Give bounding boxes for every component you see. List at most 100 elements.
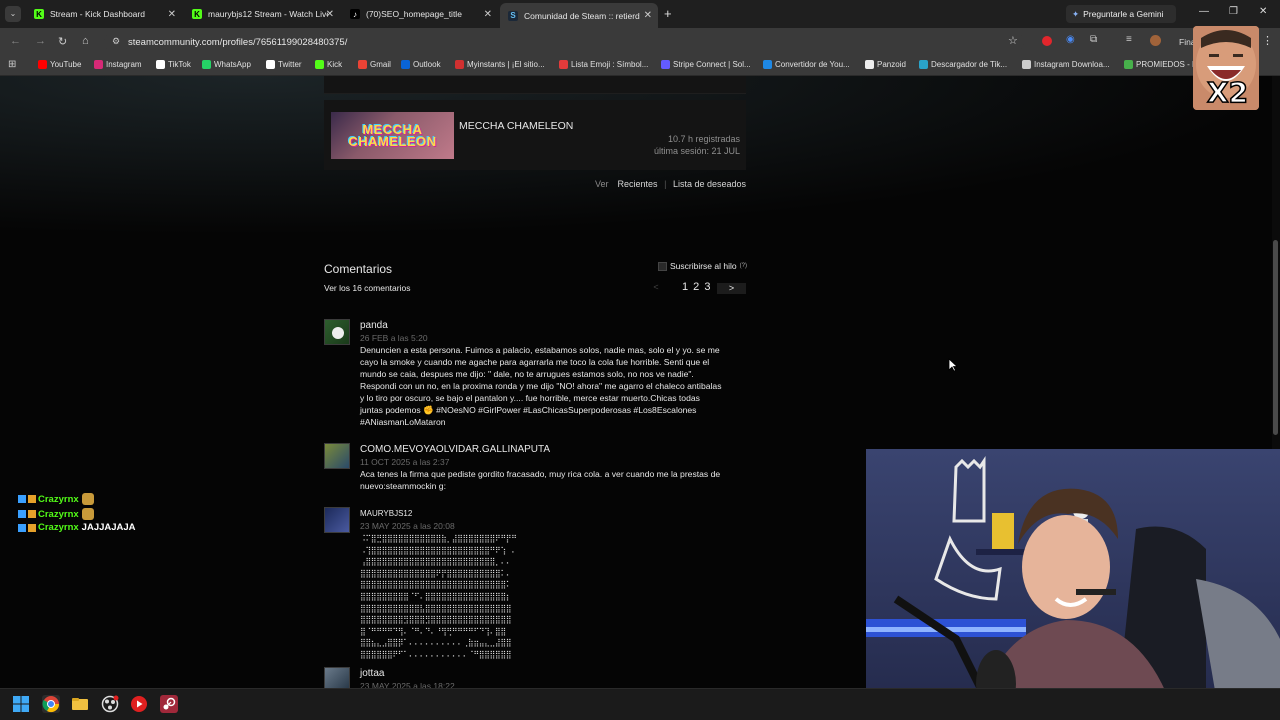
menu-icon[interactable]: ⋮ <box>1262 34 1273 47</box>
bookmark-convertidor-de-you[interactable]: Convertidor de You... <box>763 60 850 69</box>
recent-link[interactable]: Recientes <box>618 179 658 189</box>
bookmark-twitter[interactable]: Twitter <box>266 60 302 69</box>
ascii-line: ⣿⣿⣿⣿⣿⣿⠟⠋⠁⠄⠄⠄⠄⠄⠄⠄⠄⠄⠄⠄⠈⠛⣿⣿⣿⣿⣿⣿ <box>360 648 512 659</box>
prev-page-button[interactable]: < <box>644 282 668 293</box>
ascii-line: ⣿⣿⣿⣿⣿⣿⣿⣿⣻⣿⣿⣿⣻⣿⣿⣿⣿⣿⣿⣿⣿⣿⣿⣿⣿⣿⣿⣿ <box>360 614 512 625</box>
close-tab-icon[interactable]: ✕ <box>326 9 334 20</box>
tab-tiktok-seo[interactable]: ♪ (70)SEO_homepage_title ✕ <box>342 4 498 24</box>
game-title[interactable]: MECCHA CHAMELEON <box>459 120 573 132</box>
tab-steam-community[interactable]: S Comunidad de Steam :: retierd ✕ <box>500 3 658 28</box>
close-tab-icon[interactable]: ✕ <box>168 9 176 20</box>
hours-played: 10.7 h registradas <box>667 134 740 144</box>
back-icon[interactable]: ← <box>10 35 21 47</box>
apps-grid-icon[interactable]: ⊞ <box>8 59 16 70</box>
comment-date: 26 FEB a las 5:20 <box>360 333 428 343</box>
chrome-icon[interactable] <box>42 695 60 713</box>
close-tab-icon[interactable]: ✕ <box>644 10 652 21</box>
bookmark-instagram[interactable]: Instagram <box>94 60 142 69</box>
bookmark-label: Myinstants | ¡El sitio... <box>467 60 545 69</box>
bookmark-kick[interactable]: Kick <box>315 60 342 69</box>
gemini-button[interactable]: ✦ Preguntarle a Gemini <box>1066 5 1176 23</box>
windows-start-icon[interactable] <box>12 695 30 713</box>
reload-icon[interactable]: ↻ <box>58 35 67 48</box>
subscribe-thread[interactable]: Suscribirse al hilo (?) <box>658 261 747 271</box>
tab-kick-stream[interactable]: K maurybjs12 Stream - Watch Live ✕ <box>184 4 340 24</box>
verified-badge-icon <box>18 495 26 503</box>
previous-game-card <box>324 76 746 94</box>
reading-list-icon[interactable]: ≡ <box>1126 34 1132 45</box>
subscriber-badge-icon <box>28 495 36 503</box>
comment-author[interactable]: MAURYBJS12 <box>360 509 412 518</box>
divider: | <box>664 179 667 189</box>
avatar[interactable] <box>324 319 350 345</box>
bookmark-instagram-downloa[interactable]: Instagram Downloa... <box>1022 60 1110 69</box>
bookmark-youtube[interactable]: YouTube <box>38 60 81 69</box>
comment-line: y lo tiro por oscuro, se bajo el pantalo… <box>360 393 700 403</box>
close-window-icon[interactable]: ✕ <box>1259 6 1267 17</box>
obs-icon[interactable] <box>101 695 119 713</box>
last-session: última sesión: 21 JUL <box>653 146 740 156</box>
restore-icon[interactable]: ❐ <box>1229 6 1238 17</box>
comment-line: mundo se caia, despues me dijo: " dale, … <box>360 369 694 379</box>
steam-taskbar-icon[interactable] <box>160 695 178 713</box>
wishlist-link[interactable]: Lista de deseados <box>673 179 746 189</box>
gemini-icon: ✦ <box>1072 8 1080 19</box>
tab-kick-dashboard[interactable]: K Stream - Kick Dashboard ✕ <box>26 4 182 24</box>
youtube-icon[interactable] <box>130 695 148 713</box>
minimize-icon[interactable]: — <box>1199 6 1209 17</box>
extension-red-icon[interactable] <box>1042 36 1052 46</box>
bookmark-favicon-icon <box>919 60 928 69</box>
site-info-icon[interactable]: ⚙ <box>112 36 120 47</box>
bookmark-label: Stripe Connect | Sol... <box>673 60 751 69</box>
bookmark-tiktok[interactable]: TikTok <box>156 60 191 69</box>
file-explorer-icon[interactable] <box>71 695 89 713</box>
bookmark-lista-emoji-s-mbol[interactable]: Lista Emoji : Símbol... <box>559 60 648 69</box>
game-capsule-image[interactable]: MECCHA CHAMELEON <box>331 112 454 159</box>
game-logo-text: MECCHA CHAMELEON <box>348 121 437 149</box>
bookmark-outlook[interactable]: Outlook <box>401 60 441 69</box>
new-tab-icon[interactable]: + <box>664 6 672 21</box>
home-icon[interactable]: ⌂ <box>82 35 89 47</box>
page-numbers[interactable]: 1 2 3 <box>682 281 711 293</box>
extensions-icon[interactable]: ⧉ <box>1090 34 1097 45</box>
close-tab-icon[interactable]: ✕ <box>484 9 492 20</box>
bookmark-promiedos-p[interactable]: PROMIEDOS - P <box>1124 60 1197 69</box>
url-input[interactable]: ⚙ steamcommunity.com/profiles/7656119902… <box>104 33 1024 51</box>
bookmark-favicon-icon <box>38 60 47 69</box>
bookmark-gmail[interactable]: Gmail <box>358 60 391 69</box>
avatar[interactable] <box>324 443 350 469</box>
avatar[interactable] <box>324 507 350 533</box>
webcam-scene <box>866 449 1280 720</box>
avatar[interactable] <box>324 667 350 688</box>
bookmark-myinstants-el-sitio[interactable]: Myinstants | ¡El sitio... <box>455 60 545 69</box>
bookmark-descargador-de-tik[interactable]: Descargador de Tik... <box>919 60 1007 69</box>
next-page-button[interactable]: > <box>717 283 746 294</box>
help-icon[interactable]: (?) <box>740 263 747 269</box>
comment-line: juntas podemos ✊ #NOesNO #GirlPower #Las… <box>360 405 697 415</box>
gemini-label: Preguntarle a Gemini <box>1083 9 1164 19</box>
bookmark-favicon-icon <box>559 60 568 69</box>
laugh-emote-icon <box>81 508 94 520</box>
ascii-line: ⠨⠍⣿⣛⣿⣿⣿⣿⣿⣿⣿⣿⣿⣿⣿⣷⡀⣼⣿⣿⣿⣿⣿⣿⣿⠟⠛⡟⠛⠀ <box>360 533 523 543</box>
comment-author[interactable]: COMO.MEVOYAOLVIDAR.GALLINAPUTA <box>360 444 550 455</box>
chat-username: Crazyrnx <box>38 508 79 520</box>
bookmark-favicon-icon <box>202 60 211 69</box>
bookmark-star-icon[interactable]: ☆ <box>1008 34 1018 47</box>
comment-author[interactable]: panda <box>360 320 388 331</box>
panda-avatar-icon <box>332 327 344 339</box>
tab-search-icon[interactable]: ⌄ <box>5 6 21 22</box>
bookmark-panzoid[interactable]: Panzoid <box>865 60 906 69</box>
tiktok-icon: ♪ <box>350 9 360 19</box>
view-all-comments-link[interactable]: Ver los 16 comentarios <box>324 283 410 293</box>
profile-avatar[interactable] <box>1150 35 1161 46</box>
subscribe-checkbox[interactable] <box>658 261 667 271</box>
scrollbar-thumb[interactable] <box>1273 240 1278 435</box>
extension-audio-icon[interactable]: ◉ <box>1066 34 1075 45</box>
forward-icon[interactable]: → <box>35 35 46 47</box>
comment-author[interactable]: jottaa <box>360 668 384 679</box>
bookmark-favicon-icon <box>156 60 165 69</box>
bookmark-stripe-connect-sol[interactable]: Stripe Connect | Sol... <box>661 60 751 69</box>
comment-date: 23 MAY 2025 a las 20:08 <box>360 521 455 531</box>
bookmark-whatsapp[interactable]: WhatsApp <box>202 60 251 69</box>
bookmark-label: Lista Emoji : Símbol... <box>571 60 649 69</box>
